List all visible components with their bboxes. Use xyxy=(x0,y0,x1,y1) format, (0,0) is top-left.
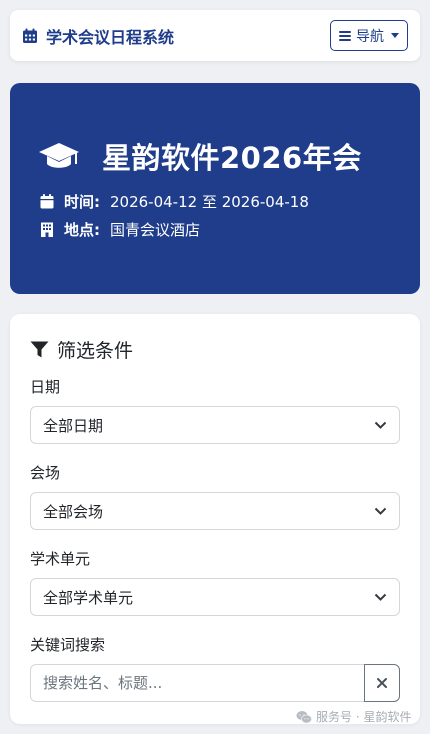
venue-select[interactable]: 全部会场 xyxy=(30,492,400,530)
time-label: 时间: xyxy=(64,193,100,211)
date-select[interactable]: 全部日期 xyxy=(30,406,400,444)
unit-label: 学术单元 xyxy=(30,550,91,568)
hamburger-icon xyxy=(339,30,351,41)
keyword-search-group xyxy=(30,664,400,702)
nav-toggle-label: 导航 xyxy=(356,28,384,45)
filter-panel: 筛选条件 日期 全部日期 会场 全部会场 学术单元 全部学术单元 关键词搜索 xyxy=(10,314,420,724)
clear-search-button[interactable] xyxy=(364,664,400,702)
conference-title: 星韵软件2026年会 xyxy=(102,141,362,175)
brand-title: 学术会议日程系统 xyxy=(46,27,175,47)
navbar: 学术会议日程系统 导航 xyxy=(10,10,420,61)
conference-place: 地点: 国青会议酒店 xyxy=(40,219,200,240)
caret-down-icon xyxy=(391,33,399,38)
watermark-text: 服务号 · 星韵软件 xyxy=(316,710,412,724)
conference-time: 时间: 2026-04-12 至 2026-04-18 xyxy=(40,191,309,212)
filter-title-text: 筛选条件 xyxy=(57,340,134,362)
keyword-search-input[interactable] xyxy=(30,664,364,702)
conference-title-row: 星韵软件2026年会 xyxy=(38,135,362,177)
unit-select[interactable]: 全部学术单元 xyxy=(30,578,400,616)
venue-label: 会场 xyxy=(30,464,61,482)
calendar-icon xyxy=(23,28,37,43)
time-value: 2026-04-12 至 2026-04-18 xyxy=(110,193,309,211)
keyword-label: 关键词搜索 xyxy=(30,636,106,654)
date-select-value: 全部日期 xyxy=(43,416,104,435)
nav-toggle-button[interactable]: 导航 xyxy=(330,20,408,51)
place-value: 国青会议酒店 xyxy=(110,221,201,239)
brand[interactable]: 学术会议日程系统 xyxy=(22,24,174,48)
watermark: 服务号 · 星韵软件 xyxy=(296,708,411,725)
calendar-icon xyxy=(40,194,54,209)
unit-select-value: 全部学术单元 xyxy=(43,588,134,607)
wechat-icon xyxy=(296,710,312,723)
conference-header: 星韵软件2026年会 时间: 2026-04-12 至 2026-04-18 地… xyxy=(10,83,420,294)
filter-panel-title: 筛选条件 xyxy=(30,336,133,363)
chevron-down-icon xyxy=(374,593,387,601)
venue-select-value: 全部会场 xyxy=(43,502,104,521)
close-icon xyxy=(377,678,387,688)
chevron-down-icon xyxy=(374,421,387,429)
building-icon xyxy=(41,222,53,237)
filter-icon xyxy=(30,341,49,357)
date-label: 日期 xyxy=(30,378,61,396)
place-label: 地点: xyxy=(64,221,100,239)
graduation-cap-icon xyxy=(39,143,79,168)
chevron-down-icon xyxy=(374,507,387,515)
